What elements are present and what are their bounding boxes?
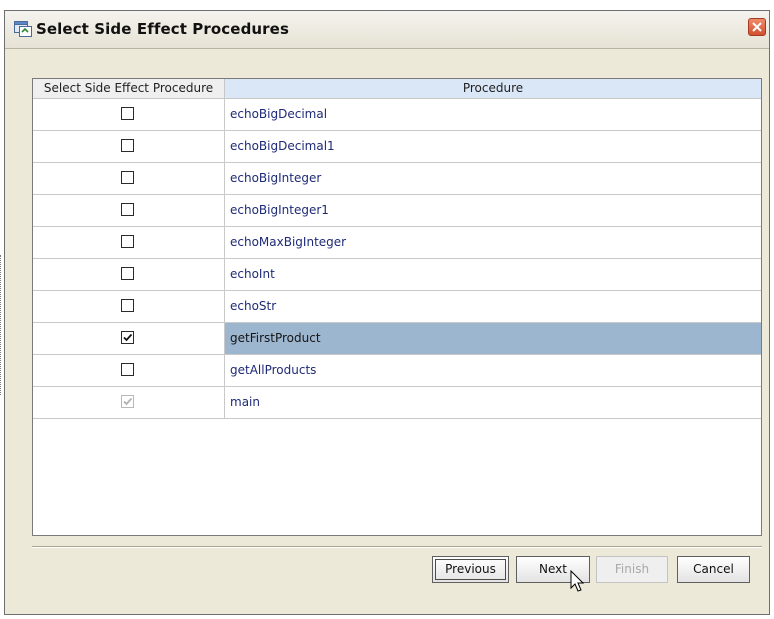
table-row[interactable]: echoBigInteger1 <box>33 195 761 227</box>
procedure-cell[interactable]: echoMaxBigInteger <box>225 227 761 258</box>
close-icon <box>752 22 762 32</box>
select-cell <box>33 259 225 290</box>
side-effect-checkbox[interactable] <box>121 107 134 120</box>
checkmark-icon <box>123 397 133 406</box>
cancel-button[interactable]: Cancel <box>677 556 750 583</box>
procedure-cell[interactable]: getFirstProduct <box>225 323 761 354</box>
table-row[interactable]: getFirstProduct <box>33 323 761 355</box>
procedure-name: main <box>230 395 260 409</box>
table-body: echoBigDecimal echoBigDecimal1 echoBigInte… <box>33 99 761 419</box>
procedure-cell[interactable]: echoBigDecimal1 <box>225 131 761 162</box>
mouse-cursor-icon <box>570 570 585 592</box>
table-row[interactable]: echoInt <box>33 259 761 291</box>
select-cell <box>33 387 225 418</box>
table-row[interactable]: echoBigDecimal <box>33 99 761 131</box>
procedure-name: getAllProducts <box>230 363 317 377</box>
select-cell <box>33 355 225 386</box>
previous-button[interactable]: Previous <box>432 556 509 583</box>
checkmark-icon <box>123 333 133 342</box>
side-effect-checkbox[interactable] <box>121 331 134 344</box>
procedure-window-icon <box>14 21 32 37</box>
procedure-name: echoMaxBigInteger <box>230 235 347 249</box>
side-effect-checkbox[interactable] <box>121 203 134 216</box>
select-cell <box>33 195 225 226</box>
select-cell <box>33 323 225 354</box>
side-effect-checkbox <box>121 395 134 408</box>
procedure-name: echoBigInteger1 <box>230 203 329 217</box>
procedure-cell[interactable]: echoBigDecimal <box>225 99 761 130</box>
table-row[interactable]: main <box>33 387 761 419</box>
procedure-cell[interactable]: echoInt <box>225 259 761 290</box>
finish-button[interactable]: Finish <box>596 556 668 583</box>
side-effect-checkbox[interactable] <box>121 363 134 376</box>
procedure-cell[interactable]: echoStr <box>225 291 761 322</box>
procedure-name: echoStr <box>230 299 277 313</box>
procedure-cell[interactable]: main <box>225 387 761 418</box>
table-row[interactable]: echoBigDecimal1 <box>33 131 761 163</box>
table-row[interactable]: echoBigInteger <box>33 163 761 195</box>
title-bar[interactable]: Select Side Effect Procedures <box>5 11 769 49</box>
select-cell <box>33 131 225 162</box>
table-row[interactable]: echoStr <box>33 291 761 323</box>
procedure-name: echoBigDecimal1 <box>230 139 335 153</box>
procedure-cell[interactable]: getAllProducts <box>225 355 761 386</box>
procedure-cell[interactable]: echoBigInteger <box>225 163 761 194</box>
procedure-name: echoBigInteger <box>230 171 322 185</box>
select-cell <box>33 227 225 258</box>
select-cell <box>33 163 225 194</box>
table-header: Select Side Effect Procedure Procedure <box>33 79 761 99</box>
select-cell <box>33 99 225 130</box>
procedures-table: Select Side Effect Procedure Procedure e… <box>32 78 762 536</box>
dialog-window: Select Side Effect Procedures Select Sid… <box>4 10 770 615</box>
column-header-procedure[interactable]: Procedure <box>225 79 761 99</box>
side-effect-checkbox[interactable] <box>121 267 134 280</box>
table-row[interactable]: getAllProducts <box>33 355 761 387</box>
column-header-select[interactable]: Select Side Effect Procedure <box>33 79 225 99</box>
background-dotted-line <box>0 255 3 395</box>
procedure-name: echoBigDecimal <box>230 107 328 121</box>
dialog-title: Select Side Effect Procedures <box>36 20 289 38</box>
side-effect-checkbox[interactable] <box>121 299 134 312</box>
procedure-cell[interactable]: echoBigInteger1 <box>225 195 761 226</box>
side-effect-checkbox[interactable] <box>121 139 134 152</box>
side-effect-checkbox[interactable] <box>121 235 134 248</box>
table-row[interactable]: echoMaxBigInteger <box>33 227 761 259</box>
button-separator <box>32 546 762 548</box>
select-cell <box>33 291 225 322</box>
procedure-name: echoInt <box>230 267 275 281</box>
side-effect-checkbox[interactable] <box>121 171 134 184</box>
close-button[interactable] <box>748 18 766 36</box>
procedure-name: getFirstProduct <box>230 331 321 345</box>
